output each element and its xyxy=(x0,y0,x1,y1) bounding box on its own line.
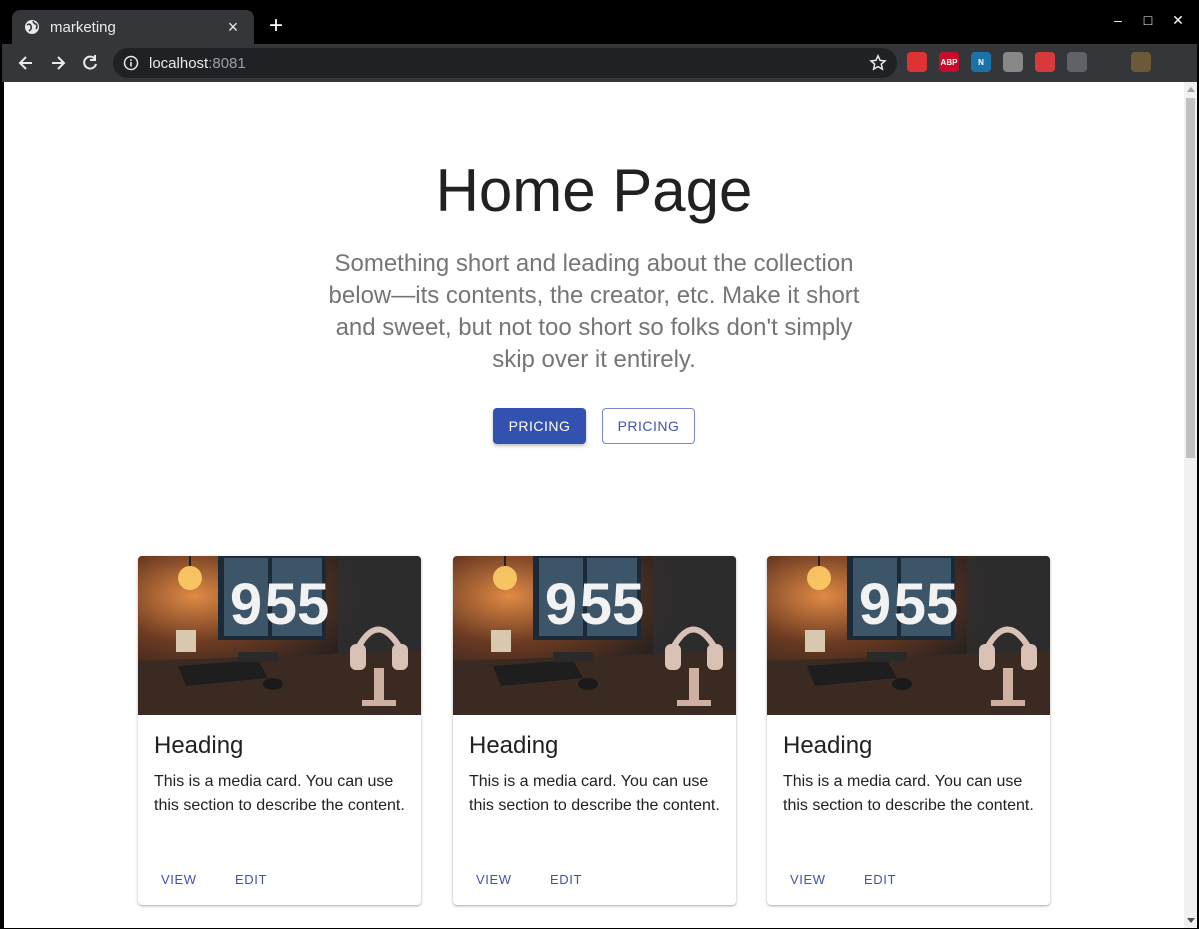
card-heading: Heading xyxy=(783,732,873,759)
browser-window: marketing × + – □ ✕ localhost:8081 ABP N … xyxy=(0,0,1199,929)
minimize-button[interactable]: – xyxy=(1106,12,1130,28)
card-description: This is a media card. You can use this s… xyxy=(783,773,1034,814)
tab-marketing[interactable]: marketing × xyxy=(12,10,254,44)
svg-text:55: 55 xyxy=(894,572,959,637)
info-icon[interactable] xyxy=(123,55,139,71)
adblock-plus-icon[interactable]: ABP xyxy=(939,52,959,72)
arrow-left-icon xyxy=(18,56,32,70)
card-heading: Heading xyxy=(469,732,559,759)
puzzle-extensions-icon[interactable] xyxy=(1099,52,1119,72)
profile-avatar-icon[interactable] xyxy=(1131,52,1151,72)
n-extension-icon[interactable]: N xyxy=(971,52,991,72)
hero-description: Something short and leading about the co… xyxy=(328,250,860,373)
page-scrollbar[interactable] xyxy=(1184,82,1197,928)
pricing-button-primary[interactable]: PRICING xyxy=(493,408,586,444)
cloud-extension-icon[interactable] xyxy=(1003,52,1023,72)
media-card: 9 55 Heading This is a media card. You c… xyxy=(453,556,736,905)
extensions-bar: ABP N xyxy=(907,52,1163,72)
edit-button[interactable]: EDIT xyxy=(235,872,267,887)
card-description: This is a media card. You can use this s… xyxy=(154,773,405,814)
scroll-up-arrow-icon[interactable] xyxy=(1187,87,1195,92)
address-bar[interactable]: localhost:8081 xyxy=(113,48,897,78)
arrow-right-icon xyxy=(52,56,66,70)
s-extension-icon[interactable] xyxy=(1067,52,1087,72)
new-tab-button[interactable]: + xyxy=(264,14,288,38)
edit-button[interactable]: EDIT xyxy=(864,872,896,887)
maximize-button[interactable]: □ xyxy=(1136,12,1160,28)
globe-icon xyxy=(25,20,39,34)
reload-icon xyxy=(83,55,97,70)
close-window-button[interactable]: ✕ xyxy=(1166,12,1190,29)
svg-text:9: 9 xyxy=(545,572,577,637)
reload-button[interactable] xyxy=(78,51,102,75)
tab-strip: marketing × + – □ ✕ xyxy=(2,2,1197,44)
desk-setup-image: 9 55 xyxy=(767,556,1050,715)
scroll-down-arrow-icon[interactable] xyxy=(1187,918,1195,923)
media-card: 9 55 Heading This is a media card. You c… xyxy=(138,556,421,905)
view-button[interactable]: VIEW xyxy=(476,872,512,887)
svg-text:55: 55 xyxy=(580,572,645,637)
page-content: Home Page Something short and leading ab… xyxy=(4,82,1184,928)
page-title: Home Page xyxy=(435,157,753,224)
view-button[interactable]: VIEW xyxy=(161,872,197,887)
tab-title: marketing xyxy=(50,18,116,36)
media-card: 9 55 Heading This is a media card. You c… xyxy=(767,556,1050,905)
card-heading: Heading xyxy=(154,732,244,759)
desk-setup-image: 9 55 xyxy=(138,556,421,715)
back-button[interactable] xyxy=(14,51,38,75)
svg-text:9: 9 xyxy=(859,572,891,637)
edit-button[interactable]: EDIT xyxy=(550,872,582,887)
scroll-thumb[interactable] xyxy=(1186,98,1195,458)
santa-extension-icon[interactable] xyxy=(907,52,927,72)
url-port: :8081 xyxy=(208,54,246,72)
forward-button[interactable] xyxy=(46,51,70,75)
url-host: localhost xyxy=(149,54,209,72)
desk-setup-image: 9 55 xyxy=(453,556,736,715)
browser-toolbar: localhost:8081 ABP N xyxy=(2,44,1197,82)
svg-text:55: 55 xyxy=(265,572,330,637)
bookmark-star-icon[interactable] xyxy=(869,54,887,72)
card-description: This is a media card. You can use this s… xyxy=(469,773,720,814)
red-extension-icon[interactable] xyxy=(1035,52,1055,72)
pricing-button-outlined[interactable]: PRICING xyxy=(602,408,695,444)
svg-text:9: 9 xyxy=(230,572,262,637)
close-tab-icon[interactable]: × xyxy=(224,18,242,36)
view-button[interactable]: VIEW xyxy=(790,872,826,887)
